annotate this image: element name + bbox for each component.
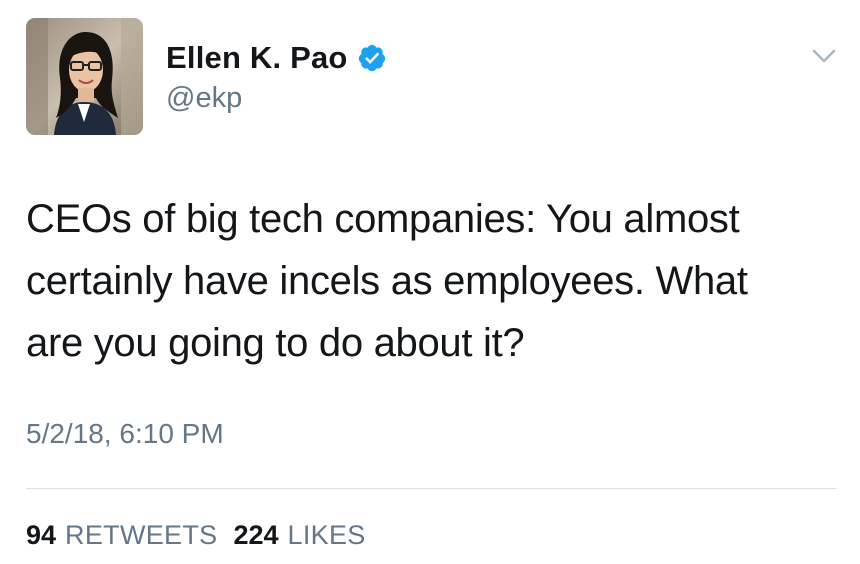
verified-badge-icon <box>357 43 387 73</box>
tweet-stats: 94 RETWEETS 224 LIKES <box>26 520 366 551</box>
divider <box>26 488 836 489</box>
likes-stat[interactable]: 224 LIKES <box>233 520 365 551</box>
retweets-count: 94 <box>26 520 57 550</box>
tweet-timestamp[interactable]: 5/2/18, 6:10 PM <box>26 418 224 450</box>
tweet-text: CEOs of big tech companies: You almost c… <box>26 188 841 374</box>
avatar[interactable] <box>26 18 143 135</box>
tweet-text-line: are you going to do about it? <box>26 321 525 365</box>
tweet-text-line: certainly have incels as employees. What <box>26 259 748 303</box>
tweet-text-line: CEOs of big tech companies: You almost <box>26 197 740 241</box>
author-display-name[interactable]: Ellen K. Pao <box>166 40 348 76</box>
chevron-down-icon[interactable] <box>808 44 840 68</box>
retweets-label: RETWEETS <box>65 520 218 550</box>
likes-count: 224 <box>233 520 279 550</box>
profile-photo-icon <box>26 18 143 135</box>
author-handle[interactable]: @ekp <box>166 82 242 115</box>
likes-label: LIKES <box>287 520 366 550</box>
author-name-row[interactable]: Ellen K. Pao <box>166 38 387 78</box>
retweets-stat[interactable]: 94 RETWEETS <box>26 520 217 551</box>
